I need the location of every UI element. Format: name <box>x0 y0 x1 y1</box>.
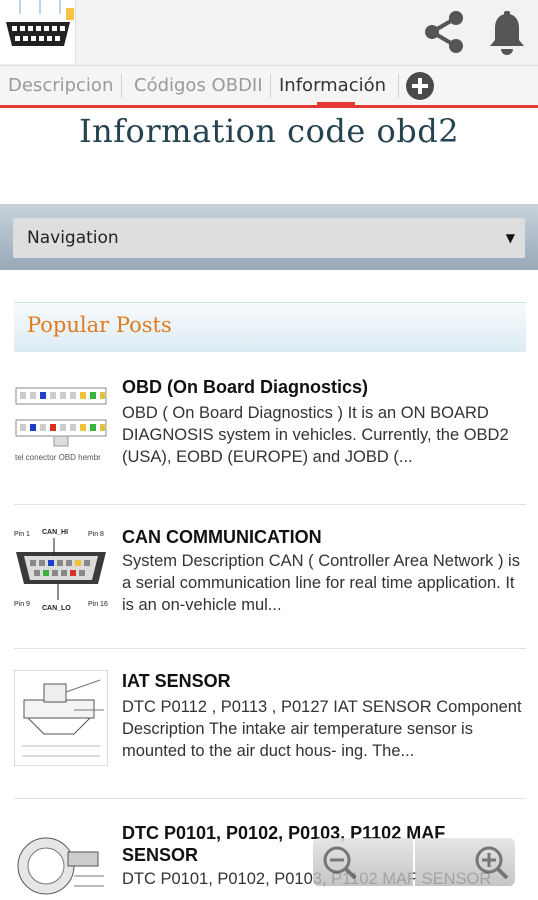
add-tab-button[interactable] <box>406 72 434 100</box>
obd-pinout-image: tel conector OBD hembr <box>14 380 108 466</box>
thumb-label: Pin 1 <box>14 531 30 538</box>
notifications-button[interactable] <box>486 10 528 56</box>
navigation-band: Navigation ▼ <box>0 204 538 270</box>
maf-sensor-image <box>14 822 108 900</box>
bell-icon <box>490 11 524 55</box>
obd-connector-logo-icon <box>0 0 75 64</box>
thumb-label: Pin 9 <box>14 601 30 608</box>
post-item-obd[interactable]: tel conector OBD hembr OBD (On Board Dia… <box>14 376 526 496</box>
post-thumbnail <box>14 822 108 900</box>
post-divider <box>14 798 526 799</box>
share-icon <box>425 11 463 53</box>
tab-informacion-label: Información <box>279 75 387 96</box>
post-title[interactable]: OBD (On Board Diagnostics) <box>122 376 526 398</box>
zoom-out-icon <box>323 846 357 880</box>
navigation-select[interactable]: Navigation ▼ <box>13 218 525 258</box>
post-snippet: OBD ( On Board Diagnostics ) It is an ON… <box>122 404 509 466</box>
tab-codigos-obdii[interactable]: Códigos OBDII <box>134 66 263 105</box>
post-divider <box>14 648 526 649</box>
active-tab-indicator <box>317 102 355 108</box>
tab-separator <box>121 74 122 98</box>
dropdown-arrow-icon: ▼ <box>505 231 515 245</box>
tab-bar: Descripcion Códigos OBDII Información <box>0 66 538 108</box>
tab-informacion[interactable]: Información <box>279 66 387 108</box>
thumbnail-caption: tel conector OBD hembr <box>15 453 101 462</box>
post-thumbnail <box>14 670 108 766</box>
post-snippet: DTC P0112 , P0113 , P0127 IAT SENSOR Com… <box>122 698 522 760</box>
post-thumbnail: Pin 1 CAN_HI Pin 8 Pin 9 CAN_LO Pin 16 <box>14 526 108 612</box>
zoom-controls <box>313 838 515 886</box>
post-title[interactable]: CAN COMMUNICATION <box>122 526 526 548</box>
post-snippet: System Description CAN ( Controller Area… <box>122 552 520 614</box>
post-thumbnail: tel conector OBD hembr <box>14 380 108 466</box>
post-item-iat-sensor[interactable]: IAT SENSOR DTC P0112 , P0113 , P0127 IAT… <box>14 670 526 790</box>
thumb-label: Pin 8 <box>88 531 104 538</box>
popular-posts-title: Popular Posts <box>27 313 172 337</box>
app-logo[interactable] <box>0 0 76 64</box>
zoom-in-button[interactable] <box>415 838 515 886</box>
zoom-in-icon <box>475 846 509 880</box>
zoom-out-button[interactable] <box>313 838 413 886</box>
page-title: Information code obd2 <box>78 112 460 150</box>
app-bar <box>0 0 538 66</box>
iat-sensor-image <box>14 670 108 766</box>
tab-descripcion[interactable]: Descripcion <box>8 66 113 105</box>
navigation-select-value: Navigation <box>27 228 119 248</box>
thumb-label: Pin 16 <box>88 601 108 608</box>
can-connector-image: Pin 1 CAN_HI Pin 8 Pin 9 CAN_LO Pin 16 <box>14 526 108 612</box>
thumb-label: CAN_LO <box>42 605 71 612</box>
tab-separator <box>270 74 271 98</box>
popular-posts-header: Popular Posts <box>14 302 526 352</box>
share-button[interactable] <box>420 8 468 56</box>
plus-icon <box>412 78 428 94</box>
post-title[interactable]: IAT SENSOR <box>122 670 526 692</box>
post-item-can-communication[interactable]: Pin 1 CAN_HI Pin 8 Pin 9 CAN_LO Pin 16 C… <box>14 526 526 646</box>
thumb-label: CAN_HI <box>42 529 68 536</box>
post-divider <box>14 504 526 505</box>
tab-separator <box>398 74 399 98</box>
